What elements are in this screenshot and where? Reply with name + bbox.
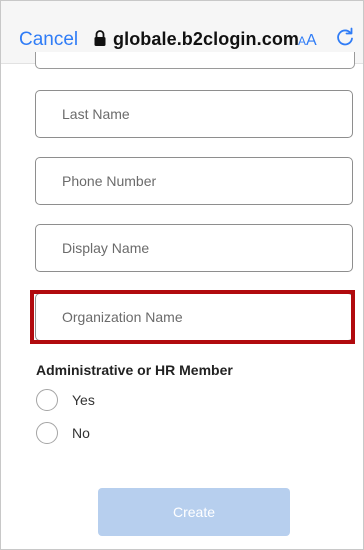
phone-number-input[interactable] xyxy=(36,158,352,204)
last-name-input[interactable] xyxy=(36,91,352,137)
text-size-large-glyph: A xyxy=(306,32,317,49)
member-section-label: Administrative or HR Member xyxy=(36,362,233,378)
display-name-input[interactable] xyxy=(36,225,352,271)
organization-name-field[interactable] xyxy=(35,293,353,341)
no-radio-label: No xyxy=(72,425,90,441)
display-name-field[interactable] xyxy=(35,224,353,272)
yes-radio[interactable] xyxy=(36,389,58,411)
no-radio[interactable] xyxy=(36,422,58,444)
yes-radio-label: Yes xyxy=(72,392,95,408)
member-option-yes[interactable]: Yes xyxy=(36,388,95,412)
create-button[interactable]: Create xyxy=(98,488,290,536)
organization-name-input[interactable] xyxy=(36,294,352,340)
last-name-field[interactable] xyxy=(35,90,353,138)
phone-number-field[interactable] xyxy=(35,157,353,205)
text-size-small-glyph: A xyxy=(298,34,307,48)
member-option-no[interactable]: No xyxy=(36,421,90,445)
reload-icon[interactable] xyxy=(335,27,355,47)
url-text[interactable]: globale.b2clogin.com xyxy=(113,29,299,50)
cancel-button[interactable]: Cancel xyxy=(19,29,78,51)
lock-icon xyxy=(94,30,106,46)
previous-field-partial[interactable] xyxy=(35,52,355,69)
text-size-button[interactable]: AA xyxy=(298,32,317,50)
page-frame xyxy=(0,0,364,550)
